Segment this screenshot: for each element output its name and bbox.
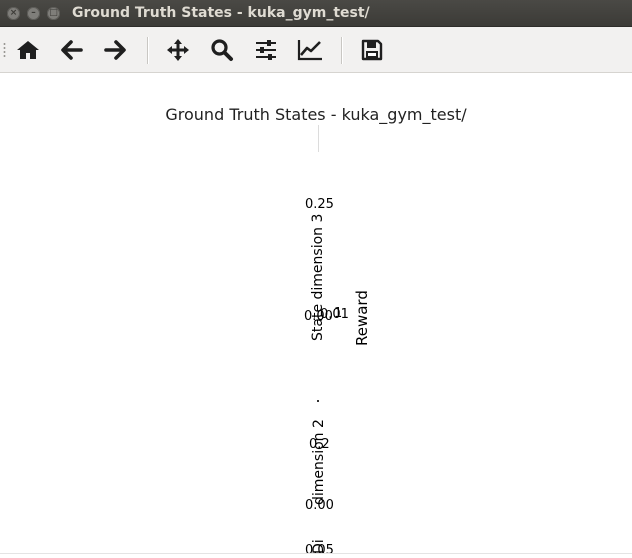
toolbar-grip-handle[interactable] [3,42,6,58]
floppy-disk-icon [361,39,383,61]
line-chart-icon [297,40,322,61]
figure-title: Ground Truth States - kuka_gym_test/ [165,105,467,124]
ytick-label: 0.00 [305,498,334,513]
ylabel-dimension-2: dimension 2 [311,419,327,505]
window-titlebar[interactable]: × – □ Ground Truth States - kuka_gym_tes… [0,0,632,27]
figure-canvas[interactable]: Ground Truth States - kuka_gym_test/ 0.2… [0,73,632,558]
window-title: Ground Truth States - kuka_gym_test/ [72,5,370,21]
pan-button[interactable] [163,35,193,65]
save-button[interactable] [357,35,387,65]
figure-bottom-edge [0,553,632,554]
edit-axes-button[interactable] [295,35,325,65]
sliders-icon [256,40,276,60]
home-icon [17,41,39,59]
axis-spine [318,125,319,152]
ytick-label: 0.25 [305,197,334,212]
forward-button[interactable] [100,35,130,65]
navigation-toolbar [0,27,632,73]
data-point [317,400,319,402]
back-button[interactable] [57,35,87,65]
window-minimize-button[interactable]: – [27,7,40,20]
arrow-left-icon [61,40,83,60]
toolbar-separator [147,37,149,64]
window-close-button[interactable]: × [7,7,20,20]
magnifier-icon [211,39,233,61]
colorbar-tick-label: 1 [334,306,343,321]
zoom-button[interactable] [207,35,237,65]
colorbar-label-reward: Reward [353,290,371,346]
home-button[interactable] [13,35,43,65]
configure-subplots-button[interactable] [251,35,281,65]
toolbar-separator [341,37,343,64]
ytick-label: 0.05 [305,543,334,558]
window-maximize-button[interactable]: □ [47,7,60,20]
arrow-right-icon [104,40,126,60]
move-arrows-icon [167,39,189,61]
